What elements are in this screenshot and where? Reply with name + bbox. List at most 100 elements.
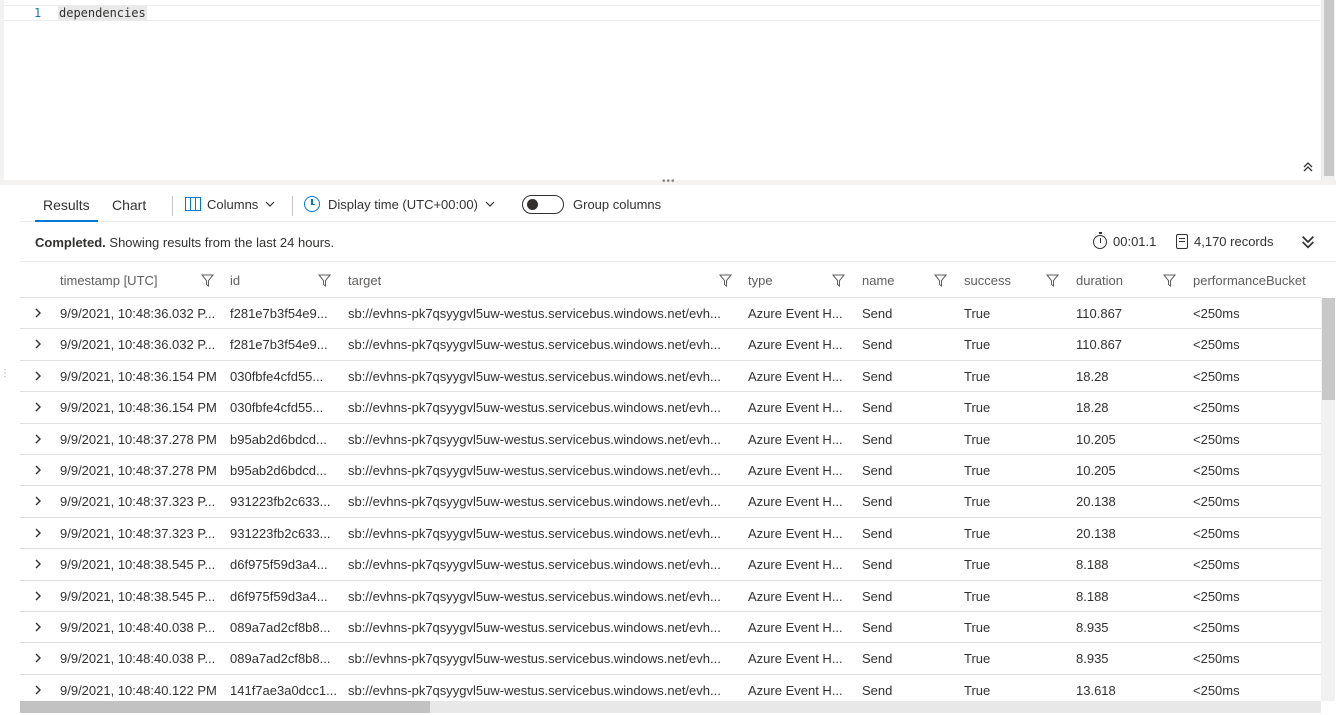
record-count: 4,170 records xyxy=(1176,234,1274,249)
cell-target: sb://evhns-pk7qsyygvl5uw-westus.serviceb… xyxy=(348,651,721,667)
filter-icon[interactable] xyxy=(318,274,331,287)
column-header-name[interactable]: name xyxy=(862,263,895,298)
filter-icon[interactable] xyxy=(201,274,214,287)
cell-success: True xyxy=(964,525,991,541)
table-row[interactable]: 9/9/2021, 10:48:40.038 P... 089a7ad2cf8b8… xyxy=(20,612,1321,644)
double-chevron-down-icon[interactable] xyxy=(1300,234,1316,250)
table-row[interactable]: 9/9/2021, 10:48:37.323 P... 931223fb2c633… xyxy=(20,486,1321,518)
cell-id: d6f975f59d3a4... xyxy=(230,588,328,604)
filter-icon[interactable] xyxy=(1046,274,1059,287)
table-row[interactable]: 9/9/2021, 10:48:38.545 P... d6f975f59d3a4… xyxy=(20,581,1321,612)
query-text[interactable]: dependencies xyxy=(58,6,147,20)
cell-name: Send xyxy=(862,682,893,698)
filter-icon[interactable] xyxy=(1163,274,1176,287)
cell-name: Send xyxy=(862,620,893,635)
chevron-down-icon xyxy=(485,201,495,207)
cell-success: True xyxy=(964,494,991,510)
table-row[interactable]: 9/9/2021, 10:48:36.032 P... f281e7b3f54e9… xyxy=(20,329,1321,361)
cell-type: Azure Event H... xyxy=(748,431,843,447)
cell-id: 931223fb2c633... xyxy=(230,525,331,541)
table-row[interactable]: 9/9/2021, 10:48:37.323 P... 931223fb2c633… xyxy=(20,518,1321,550)
cell-type: Azure Event H... xyxy=(748,525,843,541)
cell-success: True xyxy=(964,431,991,447)
stopwatch-icon xyxy=(1093,231,1107,249)
chevron-right-icon[interactable] xyxy=(32,307,44,319)
cell-target: sb://evhns-pk7qsyygvl5uw-westus.serviceb… xyxy=(348,463,721,478)
grid-horizontal-scrollbar[interactable] xyxy=(20,701,1321,713)
chevron-right-icon[interactable] xyxy=(32,370,44,382)
toolbar-divider xyxy=(172,196,173,216)
columns-label: Columns xyxy=(207,196,259,212)
column-header-duration[interactable]: duration xyxy=(1076,263,1123,298)
cell-type: Azure Event H... xyxy=(748,337,843,353)
cell-timestamp: 9/9/2021, 10:48:36.032 P... xyxy=(60,306,216,321)
cell-id: 030fbfe4cfd55... xyxy=(230,368,324,384)
editor-scrollbar-thumb[interactable] xyxy=(1324,0,1334,176)
side-resize-grip-icon[interactable]: ⋮ xyxy=(0,369,10,379)
column-header-id[interactable]: id xyxy=(230,263,240,298)
toggle-switch[interactable] xyxy=(522,194,564,214)
chevron-right-icon[interactable] xyxy=(32,684,44,696)
collapse-editor-button[interactable] xyxy=(1300,160,1316,176)
grid-horizontal-scrollbar-thumb[interactable] xyxy=(20,701,430,713)
chevron-right-icon[interactable] xyxy=(32,590,44,602)
cell-id: b95ab2d6bdcd... xyxy=(230,431,327,447)
column-header-timestamp[interactable]: timestamp [UTC] xyxy=(60,263,158,298)
tab-results[interactable]: Results xyxy=(35,186,98,222)
filter-icon[interactable] xyxy=(832,274,845,287)
column-header-target[interactable]: target xyxy=(348,263,381,298)
cell-target: sb://evhns-pk7qsyygvl5uw-westus.serviceb… xyxy=(348,588,721,604)
table-row[interactable]: 9/9/2021, 10:48:36.032 P... f281e7b3f54e9… xyxy=(20,298,1321,330)
cell-duration: 13.618 xyxy=(1076,682,1116,698)
cell-target: sb://evhns-pk7qsyygvl5uw-westus.serviceb… xyxy=(348,557,721,573)
pane-splitter[interactable]: ••• xyxy=(0,176,1336,187)
cell-timestamp: 9/9/2021, 10:48:40.122 PM xyxy=(60,682,217,698)
chevron-down-icon xyxy=(265,201,275,207)
chevron-right-icon[interactable] xyxy=(32,652,44,664)
filter-icon[interactable] xyxy=(719,274,732,287)
query-editor[interactable]: 1 dependencies xyxy=(0,0,1336,180)
display-time-button[interactable]: Display time (UTC+00:00) xyxy=(304,186,496,222)
cell-target: sb://evhns-pk7qsyygvl5uw-westus.serviceb… xyxy=(348,620,721,635)
table-row[interactable]: 9/9/2021, 10:48:36.154 PM 030fbfe4cfd55..… xyxy=(20,361,1321,393)
cell-duration: 20.138 xyxy=(1076,494,1116,510)
records-icon xyxy=(1176,234,1188,249)
column-header-type[interactable]: type xyxy=(748,263,773,298)
table-row[interactable]: 9/9/2021, 10:48:40.038 P... 089a7ad2cf8b8… xyxy=(20,643,1321,675)
cell-name: Send xyxy=(862,557,893,573)
chevron-right-icon[interactable] xyxy=(32,558,44,570)
column-header-success[interactable]: success xyxy=(964,263,1011,298)
chevron-right-icon[interactable] xyxy=(32,338,44,350)
editor-scrollbar[interactable] xyxy=(1321,0,1335,180)
chevron-right-icon[interactable] xyxy=(32,464,44,476)
grid-vertical-scrollbar-thumb[interactable] xyxy=(1322,298,1335,400)
results-toolbar: Results Chart Columns Display time (UTC+… xyxy=(20,186,1336,222)
chevron-right-icon[interactable] xyxy=(32,527,44,539)
cell-type: Azure Event H... xyxy=(748,682,843,698)
group-columns-toggle[interactable]: Group columns xyxy=(522,186,661,222)
table-row[interactable]: 9/9/2021, 10:48:38.545 P... d6f975f59d3a4… xyxy=(20,549,1321,581)
cell-type: Azure Event H... xyxy=(748,557,843,573)
chevron-right-icon[interactable] xyxy=(32,433,44,445)
cell-success: True xyxy=(964,651,991,667)
cell-performance-bucket: <250ms xyxy=(1193,651,1240,667)
table-row[interactable]: 9/9/2021, 10:48:36.154 PM 030fbfe4cfd55..… xyxy=(20,392,1321,424)
cell-performance-bucket: <250ms xyxy=(1193,557,1240,573)
filter-icon[interactable] xyxy=(934,274,947,287)
table-row[interactable]: 9/9/2021, 10:48:37.278 PM b95ab2d6bdcd...… xyxy=(20,455,1321,487)
cell-id: f281e7b3f54e9... xyxy=(230,337,328,353)
columns-icon xyxy=(185,197,201,211)
chevron-right-icon[interactable] xyxy=(32,401,44,413)
columns-button[interactable]: Columns xyxy=(185,186,276,222)
chevron-right-icon[interactable] xyxy=(32,495,44,507)
tab-chart[interactable]: Chart xyxy=(104,186,154,222)
column-header-performance-bucket[interactable]: performanceBucket xyxy=(1193,263,1306,298)
table-row[interactable]: 9/9/2021, 10:48:40.122 PM 141f7ae3a0dcc1.… xyxy=(20,675,1321,701)
table-row[interactable]: 9/9/2021, 10:48:37.278 PM b95ab2d6bdcd...… xyxy=(20,424,1321,455)
clock-icon xyxy=(304,196,320,212)
group-columns-label: Group columns xyxy=(573,196,662,212)
cell-performance-bucket: <250ms xyxy=(1193,682,1240,698)
chevron-right-icon[interactable] xyxy=(32,621,44,633)
grid-vertical-scrollbar[interactable] xyxy=(1321,298,1335,701)
cell-performance-bucket: <250ms xyxy=(1193,306,1240,321)
